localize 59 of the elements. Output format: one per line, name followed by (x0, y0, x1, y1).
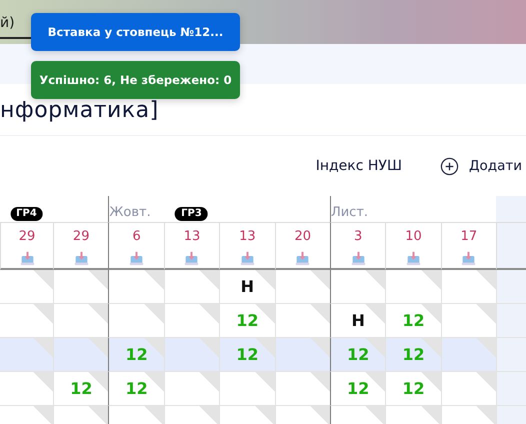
toast-notification: Вставка у стовпець №12... (31, 13, 240, 51)
month-label: Жовт. (109, 205, 151, 220)
grade-cell[interactable] (164, 372, 220, 406)
grade-cell[interactable] (274, 270, 330, 304)
grade-cell[interactable] (53, 304, 108, 338)
date-header[interactable]: 29 (72, 230, 90, 244)
grade-cell[interactable] (53, 270, 108, 304)
grade-cell[interactable] (274, 304, 330, 338)
grade-cell[interactable]: Н (330, 304, 386, 338)
grade-cell[interactable]: Н (219, 270, 275, 304)
grade-cell[interactable] (440, 372, 496, 406)
grade-cell[interactable]: 12 (385, 372, 441, 406)
grade-cell[interactable]: 12 (108, 372, 164, 406)
tray-arrow-icon[interactable] (74, 251, 89, 266)
date-header[interactable]: 17 (460, 230, 478, 244)
grade-cell[interactable] (0, 338, 53, 372)
grade-cell[interactable]: 12 (219, 304, 275, 338)
grade-cell[interactable] (440, 304, 496, 338)
grade-cell[interactable] (385, 270, 441, 304)
grade-cell[interactable] (164, 270, 220, 304)
month-label: Лист. (330, 205, 368, 220)
grade-cell[interactable] (0, 304, 53, 338)
tray-arrow-icon[interactable] (461, 251, 476, 266)
grade-cell[interactable] (0, 270, 53, 304)
grade-cell[interactable] (440, 270, 496, 304)
grade-cell[interactable]: 12 (385, 304, 441, 338)
grade-cell[interactable] (164, 304, 220, 338)
tray-arrow-icon[interactable] (20, 251, 34, 266)
grade-cell[interactable]: 12 (330, 372, 386, 406)
tray-arrow-icon[interactable] (129, 251, 144, 266)
grade-cell[interactable] (440, 338, 496, 372)
toast-notification: Успішно: 6, Не збережено: 0 (31, 61, 240, 99)
grade-cell[interactable] (274, 372, 330, 406)
grade-cell[interactable] (164, 338, 220, 372)
grade-cell[interactable] (0, 372, 53, 406)
date-header[interactable]: 10 (405, 230, 422, 244)
tray-arrow-icon[interactable] (406, 251, 422, 266)
group-badge: ГР3 (175, 207, 208, 221)
group-badge: ГР4 (10, 207, 43, 221)
date-header[interactable]: 6 (132, 230, 141, 244)
grade-cell[interactable] (219, 372, 275, 406)
tray-arrow-icon[interactable] (240, 251, 255, 266)
tray-arrow-icon[interactable] (184, 251, 200, 266)
grade-cell[interactable]: 12 (53, 372, 108, 406)
add-button[interactable]: Додати (468, 158, 522, 174)
grade-cell[interactable] (53, 338, 108, 372)
tray-arrow-icon[interactable] (295, 251, 310, 266)
tray-arrow-icon[interactable] (350, 251, 366, 266)
add-icon[interactable] (440, 156, 459, 176)
grade-cell[interactable] (274, 338, 330, 372)
date-header[interactable]: 13 (239, 230, 256, 244)
grade-cell[interactable] (108, 270, 164, 304)
date-header[interactable]: 3 (354, 230, 362, 244)
index-button[interactable]: Індекс НУШ (316, 158, 402, 174)
date-header[interactable]: 13 (184, 230, 200, 244)
date-header[interactable]: 29 (18, 230, 36, 244)
grade-cell[interactable] (330, 270, 386, 304)
grade-cell[interactable] (108, 304, 164, 338)
date-header[interactable]: 20 (294, 230, 312, 244)
